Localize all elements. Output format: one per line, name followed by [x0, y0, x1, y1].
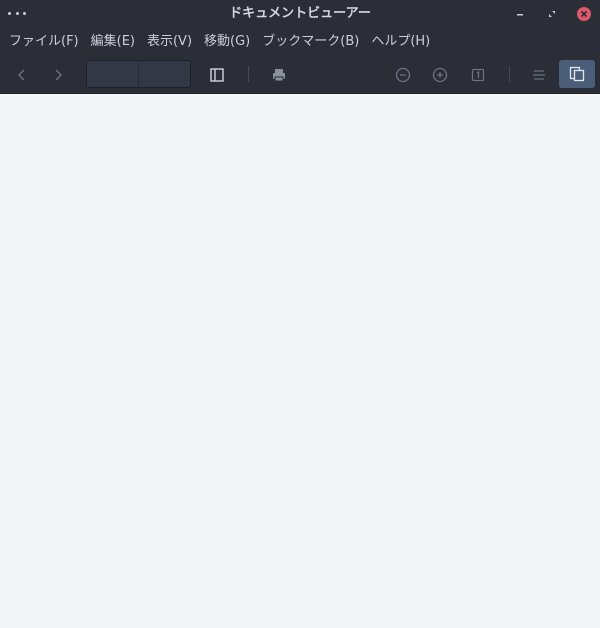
document-area[interactable] — [0, 94, 600, 628]
minimize-button[interactable] — [512, 6, 528, 22]
dual-page-icon — [569, 66, 585, 82]
document-viewer-window: ドキュメントビューアー ファイル(F) 編集(E) 表示(V) 移動(G) ブッ… — [0, 0, 600, 628]
maximize-icon — [549, 11, 555, 17]
menu-help[interactable]: ヘルプ(H) — [366, 28, 435, 56]
zoom-out-icon — [395, 67, 411, 83]
close-button[interactable] — [576, 6, 592, 22]
print-button[interactable] — [268, 61, 290, 89]
menu-bar: ファイル(F) 編集(E) 表示(V) 移動(G) ブックマーク(B) ヘルプ(… — [0, 28, 600, 56]
dual-page-button[interactable] — [559, 60, 595, 88]
chevron-left-icon — [18, 69, 25, 81]
toolbar-separator — [509, 66, 510, 82]
continuous-button[interactable] — [528, 61, 550, 89]
menu-go[interactable]: 移動(G) — [199, 28, 255, 56]
sidebar-icon — [210, 68, 224, 82]
page-count-field — [138, 61, 190, 87]
fit-page-button[interactable] — [467, 61, 489, 89]
window-title: ドキュメントビューアー — [229, 6, 371, 21]
menu-bookmarks[interactable]: ブックマーク(B) — [257, 28, 364, 56]
back-button[interactable] — [11, 61, 33, 89]
zoom-in-button[interactable] — [429, 61, 451, 89]
menu-file[interactable]: ファイル(F) — [4, 28, 84, 56]
fit-page-icon — [471, 68, 485, 82]
close-icon — [580, 10, 588, 18]
title-bar: ドキュメントビューアー — [0, 0, 600, 28]
menu-view[interactable]: 表示(V) — [142, 28, 197, 56]
minimize-icon — [517, 14, 523, 16]
maximize-button[interactable] — [544, 6, 560, 22]
chevron-right-icon — [55, 69, 62, 81]
toolbar — [0, 56, 600, 94]
menu-edit[interactable]: 編集(E) — [86, 28, 140, 56]
zoom-out-button[interactable] — [392, 61, 414, 89]
zoom-in-icon — [432, 67, 448, 83]
page-number-field[interactable] — [87, 61, 138, 87]
page-selector[interactable] — [86, 60, 191, 88]
sidebar-toggle-button[interactable] — [206, 61, 228, 89]
toolbar-separator — [248, 66, 249, 82]
printer-icon — [273, 69, 285, 82]
forward-button[interactable] — [47, 61, 69, 89]
continuous-icon — [533, 70, 545, 80]
